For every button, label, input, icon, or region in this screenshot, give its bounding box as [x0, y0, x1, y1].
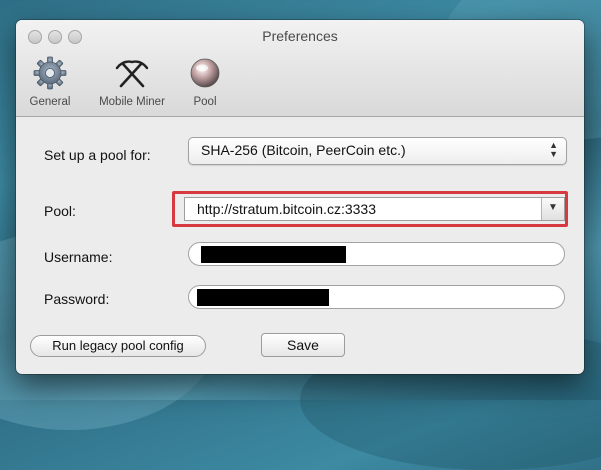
username-field[interactable]	[188, 242, 565, 266]
toolbar-label-general: General	[29, 96, 71, 108]
password-label: Password:	[44, 291, 110, 307]
window-title: Preferences	[262, 28, 338, 44]
preferences-window: Preferences General Mobile Miner Pool Se…	[16, 20, 584, 374]
pool-label: Pool:	[44, 203, 76, 219]
pool-combobox[interactable]: http://stratum.bitcoin.cz:3333 ▼	[184, 197, 565, 221]
run-legacy-pool-config-button[interactable]: Run legacy pool config	[30, 335, 206, 357]
pool-url-value: http://stratum.bitcoin.cz:3333	[197, 201, 376, 217]
toolbar: Preferences General Mobile Miner Pool	[16, 20, 584, 117]
redacted-username	[201, 246, 346, 263]
pickaxe-icon	[115, 60, 149, 88]
up-down-arrows-icon: ▲ ▼	[549, 140, 558, 159]
toolbar-item-mobile-miner[interactable]: Mobile Miner	[86, 56, 178, 112]
redacted-password	[197, 289, 329, 306]
algorithm-popup-value: SHA-256 (Bitcoin, PeerCoin etc.)	[201, 142, 406, 158]
toolbar-label-mobile-miner: Mobile Miner	[99, 96, 165, 108]
algorithm-popup[interactable]: SHA-256 (Bitcoin, PeerCoin etc.) ▲ ▼	[188, 137, 567, 165]
toolbar-label-pool: Pool	[193, 96, 217, 108]
pool-sphere-icon	[190, 58, 220, 88]
username-label: Username:	[44, 249, 113, 265]
gear-icon	[33, 56, 67, 90]
chevron-down-icon: ▼	[548, 202, 558, 213]
password-field[interactable]	[188, 285, 565, 309]
toolbar-item-general[interactable]: General	[22, 56, 78, 112]
save-button[interactable]: Save	[261, 333, 345, 357]
pool-dropdown-button[interactable]: ▼	[541, 198, 564, 220]
setup-pool-label: Set up a pool for:	[44, 147, 151, 163]
toolbar-item-pool[interactable]: Pool	[180, 56, 230, 112]
